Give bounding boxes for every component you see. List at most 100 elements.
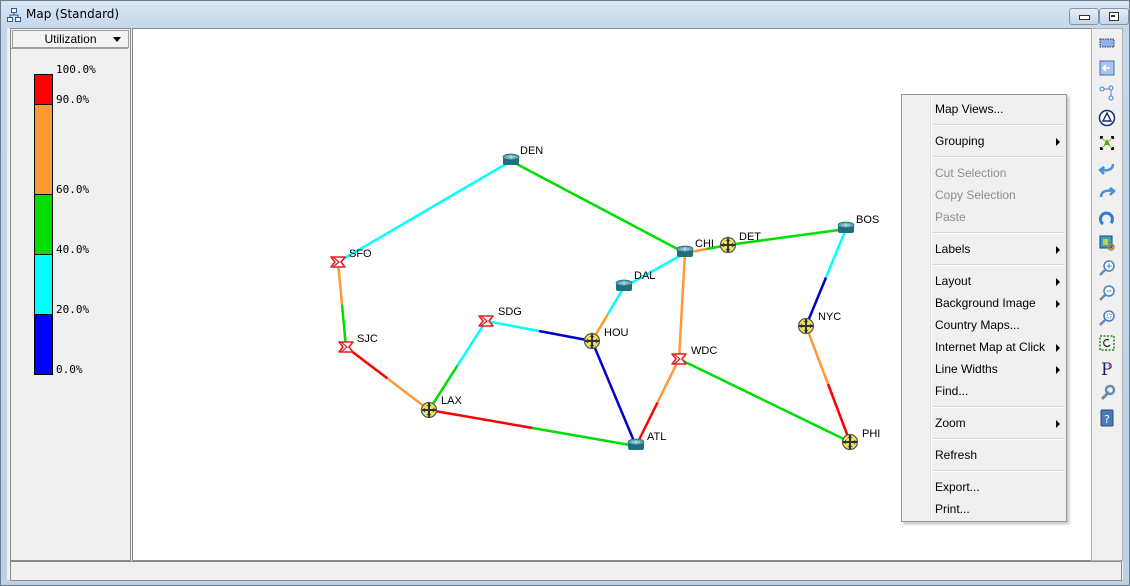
menu-item-label: Layout [935, 274, 972, 288]
node-label: BOS [856, 214, 880, 226]
node-lax[interactable] [420, 401, 438, 419]
refresh-button[interactable] [1097, 208, 1117, 228]
node-wdc[interactable] [671, 353, 687, 365]
menu-item-label: Country Maps... [935, 318, 1020, 332]
link-segment[interactable] [677, 305, 684, 360]
menu-item-label: Background Image [935, 296, 1036, 310]
zoom-out-button[interactable] [1097, 283, 1117, 303]
metric-dropdown-value: Utilization [44, 32, 97, 46]
undo-icon [1098, 163, 1115, 175]
menu-item-map-views[interactable]: Map Views... [904, 98, 1064, 120]
metric-dropdown[interactable]: Utilization [12, 30, 129, 48]
menu-item-layout[interactable]: Layout [904, 270, 1064, 292]
node-label: DEN [520, 145, 544, 157]
menu-item-country-maps[interactable]: Country Maps... [904, 314, 1064, 336]
menu-item-line-widths[interactable]: Line Widths [904, 358, 1064, 380]
link-segment[interactable] [336, 261, 344, 305]
link-sdg-hou[interactable] [485, 319, 593, 343]
redo-button[interactable] [1097, 183, 1117, 203]
arrange-nodes-button[interactable] [1097, 133, 1117, 153]
link-chi-wdc[interactable] [677, 252, 687, 360]
select-area-button[interactable] [1097, 33, 1117, 53]
node-bos[interactable] [837, 221, 855, 233]
link-sfo-den[interactable] [337, 159, 512, 264]
zoom-in-button[interactable] [1097, 258, 1117, 278]
menu-item-print[interactable]: Print... [904, 498, 1064, 520]
link-segment[interactable] [456, 320, 488, 367]
minimize-button[interactable] [1069, 8, 1099, 25]
link-segment[interactable] [428, 408, 533, 430]
menu-item-background-image[interactable]: Background Image [904, 292, 1064, 314]
link-segment[interactable] [612, 393, 638, 447]
link-segment[interactable] [680, 252, 687, 307]
link-lax-atl[interactable] [428, 408, 637, 448]
menu-separator [933, 406, 1064, 408]
rotate-selection-button[interactable] [1097, 333, 1117, 353]
node-dal[interactable] [615, 279, 633, 291]
link-sjc-lax[interactable] [345, 346, 430, 411]
submenu-arrow-icon [1056, 246, 1060, 254]
utilization-legend: 100.0% 90.0% 60.0% 40.0% 20.0% 0.0% [11, 48, 128, 560]
link-hou-atl[interactable] [590, 340, 638, 447]
menu-item-grouping[interactable]: Grouping [904, 130, 1064, 152]
link-segment[interactable] [678, 357, 766, 402]
background-image-button[interactable] [1097, 233, 1117, 253]
link-sfo-sjc[interactable] [336, 261, 348, 348]
node-atl[interactable] [627, 438, 645, 450]
menu-separator [933, 438, 1064, 440]
link-segment[interactable] [340, 304, 348, 348]
undo-button[interactable] [1097, 158, 1117, 178]
node-phi[interactable] [841, 433, 859, 451]
layout-triangle-button[interactable] [1097, 108, 1117, 128]
link-segment[interactable] [532, 426, 637, 448]
router-icon [676, 245, 694, 257]
link-segment[interactable] [423, 159, 512, 213]
maximize-button[interactable] [1099, 8, 1129, 25]
link-segment[interactable] [590, 340, 616, 394]
arrange-nodes-icon [1100, 136, 1114, 150]
legend-segment-20-40 [34, 254, 53, 315]
node-label: SJC [357, 333, 378, 345]
link-segment[interactable] [597, 205, 686, 255]
node-hou[interactable] [583, 332, 601, 350]
router-icon [627, 438, 645, 450]
link-segment[interactable] [786, 227, 847, 239]
menu-item-labels[interactable]: Labels [904, 238, 1064, 260]
node-label: SFO [349, 248, 372, 260]
menu-item-internet-map-at-click[interactable]: Internet Map at Click [904, 336, 1064, 358]
link-den-chi[interactable] [510, 159, 686, 255]
help-button[interactable]: ? [1097, 408, 1117, 428]
legend-label: 0.0% [56, 363, 83, 376]
hierarchy-button[interactable] [1097, 83, 1117, 103]
back-to-parent-button[interactable] [1097, 58, 1117, 78]
zoom-out-icon [1099, 285, 1115, 301]
menu-item-refresh[interactable]: Refresh [904, 444, 1064, 466]
submenu-arrow-icon [1056, 278, 1060, 286]
legend-panel: Utilization 100.0% 90.0% 60.0% 40.0% 20.… [10, 28, 131, 561]
node-det[interactable] [719, 236, 737, 254]
maximize-icon [1109, 12, 1119, 21]
node-chi[interactable] [676, 245, 694, 257]
link-segment[interactable] [606, 286, 626, 315]
node-label: PHI [862, 428, 881, 440]
link-segment[interactable] [656, 358, 681, 404]
node-den[interactable] [502, 153, 520, 165]
menu-item-find[interactable]: Find... [904, 380, 1064, 402]
chevron-down-icon [113, 37, 121, 42]
legend-label: 90.0% [56, 93, 90, 106]
menu-item-export[interactable]: Export... [904, 476, 1064, 498]
menu-item-zoom[interactable]: Zoom [904, 412, 1064, 434]
menu-item-label: Copy Selection [935, 188, 1016, 202]
menu-separator [933, 264, 1064, 266]
node-sjc[interactable] [338, 341, 354, 353]
link-segment[interactable] [485, 319, 540, 333]
settings-wrench-button[interactable] [1097, 383, 1117, 403]
zoom-fit-button[interactable] [1097, 308, 1117, 328]
menu-separator [933, 156, 1064, 158]
link-segment[interactable] [510, 159, 599, 209]
properties-button[interactable]: P [1097, 358, 1117, 378]
node-sfo[interactable] [330, 256, 346, 268]
node-nyc[interactable] [797, 317, 815, 335]
link-segment[interactable] [824, 228, 848, 278]
link-segment[interactable] [804, 325, 830, 385]
